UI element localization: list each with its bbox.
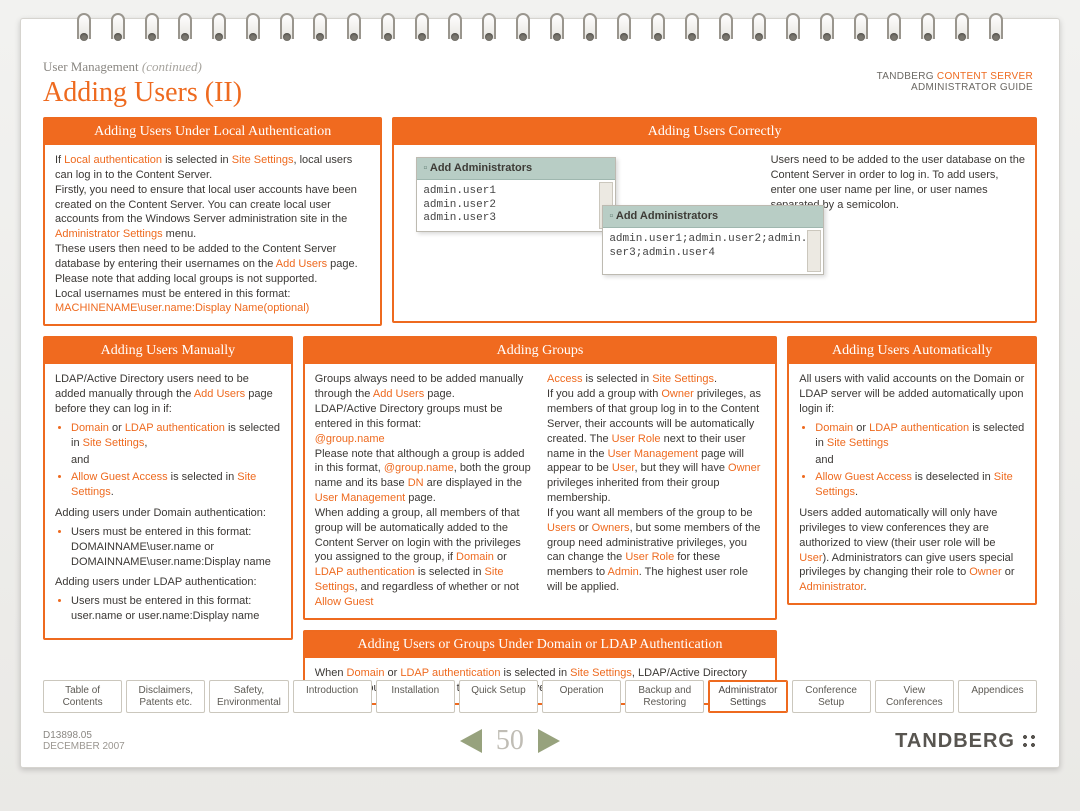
brand-content-server: CONTENT SERVER [937,71,1033,82]
screenshot-add-admins-semicolon: Add Administrators admin.user1;admin.use… [602,205,824,275]
groups-col-left: Groups always need to be added manually … [315,372,533,610]
screenshot-header: Add Administrators [603,206,823,228]
page: User Management (continued) Adding Users… [20,18,1060,768]
tab-introduction[interactable]: Introduction [293,680,372,713]
pager: 50 [460,725,560,757]
panel-local-auth: Adding Users Under Local Authentication … [43,117,382,326]
tab-view[interactable]: ViewConferences [875,680,954,713]
page-number: 50 [496,725,524,757]
prev-page-button[interactable] [460,729,482,753]
panel-header: Adding Users Under Local Authentication [45,119,380,145]
panel-adding-automatically: Adding Users Automatically All users wit… [787,336,1037,605]
tab-appendices[interactable]: Appendices [958,680,1037,713]
brand-guide: ADMINISTRATOR GUIDE [877,82,1033,93]
tab-safety[interactable]: Safety,Environmental [209,680,288,713]
brand-tandberg: TANDBERG [877,71,934,82]
tab-backup-and[interactable]: Backup andRestoring [625,680,704,713]
tab-table-of[interactable]: Table ofContents [43,680,122,713]
tab-conference[interactable]: ConferenceSetup [792,680,871,713]
brand-block: TANDBERG CONTENT SERVER ADMINISTRATOR GU… [877,71,1033,93]
panel-adding-correctly: Adding Users Correctly Add Administrator… [392,117,1037,323]
scrollbar[interactable] [807,230,821,272]
panel-header: Adding Users Correctly [394,119,1035,145]
breadcrumb-continued: (continued) [142,59,202,74]
panel-adding-groups: Adding Groups Groups always need to be a… [303,336,778,620]
tab-disclaimers[interactable]: Disclaimers,Patents etc. [126,680,205,713]
screenshot-text: admin.user1;admin.user2;admin.user3;admi… [609,233,814,259]
panel-adding-manually: Adding Users Manually LDAP/Active Direct… [43,336,293,640]
panel-header: Adding Users Automatically [789,338,1035,364]
tab-operation[interactable]: Operation [542,680,621,713]
tab-installation[interactable]: Installation [376,680,455,713]
screenshot-add-admins-lines: Add Administrators admin.user1 admin.use… [416,157,616,232]
tab-quick-setup[interactable]: Quick Setup [459,680,538,713]
breadcrumb-section: User Management [43,59,139,74]
tab-administrator[interactable]: AdministratorSettings [708,680,787,713]
panel-body: If Local authentication is selected in S… [45,145,380,324]
panel-header: Adding Users Manually [45,338,291,364]
doc-id: D13898.05 [43,730,125,741]
screenshot-text: admin.user1 admin.user2 admin.user3 [423,185,496,225]
tandberg-logo: TANDBERG [895,730,1037,753]
groups-col-right: Access is selected in Site Settings. If … [547,372,765,610]
panel-header: Adding Groups [305,338,776,364]
doc-date: DECEMBER 2007 [43,741,125,752]
panel-header: Adding Users or Groups Under Domain or L… [305,632,776,658]
next-page-button[interactable] [538,729,560,753]
page-footer: D13898.05 DECEMBER 2007 50 TANDBERG [43,725,1037,757]
screenshot-header: Add Administrators [417,158,615,180]
spiral-binding [77,13,1003,39]
nav-tabs: Table ofContentsDisclaimers,Patents etc.… [43,680,1037,713]
